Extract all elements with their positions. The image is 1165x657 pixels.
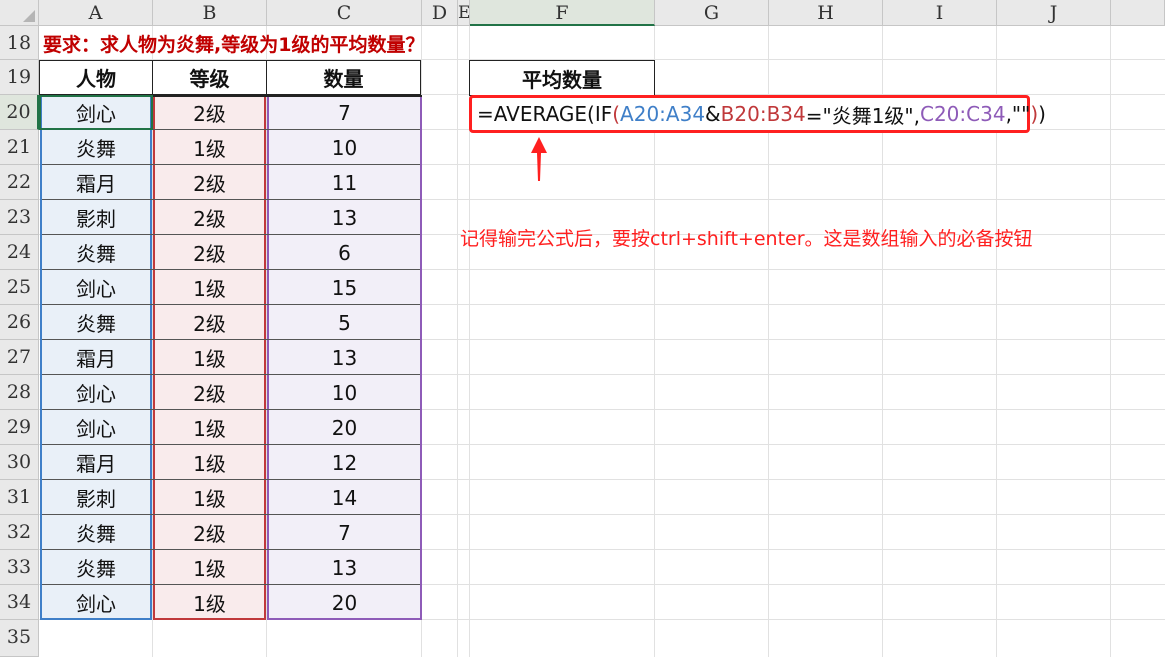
gridline xyxy=(1110,26,1111,657)
cell-a21[interactable]: 炎舞 xyxy=(39,130,153,165)
cell-b23[interactable]: 2级 xyxy=(153,200,266,235)
cell-a30[interactable]: 霜月 xyxy=(39,445,153,480)
row-header-30[interactable]: 30 xyxy=(0,445,39,480)
formula-concat: & xyxy=(705,102,721,126)
cell-b28[interactable]: 2级 xyxy=(153,375,266,410)
row-header-22[interactable]: 22 xyxy=(0,165,39,200)
formula-range-a: A20:A34 xyxy=(620,102,706,126)
formula-paren-close-average: ) xyxy=(1038,102,1046,126)
arrow-up-icon xyxy=(531,137,547,181)
page-title: 要求：求人物为炎舞,等级为1级的平均数量？ xyxy=(43,34,425,56)
cell-a20[interactable]: 剑心 xyxy=(39,95,153,130)
cell-b25[interactable]: 1级 xyxy=(153,270,266,305)
column-header-f[interactable]: F xyxy=(470,0,655,26)
cell-a29[interactable]: 剑心 xyxy=(39,410,153,445)
row-header-29[interactable]: 29 xyxy=(0,410,39,445)
formula-function-part: =AVERAGE(IF xyxy=(477,102,613,126)
cell-b20[interactable]: 2级 xyxy=(153,95,266,130)
column-header-a[interactable]: A xyxy=(39,0,153,26)
row-header-32[interactable]: 32 xyxy=(0,515,39,550)
cell-a26[interactable]: 炎舞 xyxy=(39,305,153,340)
cell-c23[interactable]: 13 xyxy=(267,200,422,235)
cell-c20[interactable]: 7 xyxy=(267,95,422,130)
table-header-quantity[interactable]: 数量 xyxy=(266,60,421,95)
cell-a24[interactable]: 炎舞 xyxy=(39,235,153,270)
row-header-34[interactable]: 34 xyxy=(0,585,39,620)
cell-b30[interactable]: 1级 xyxy=(153,445,266,480)
table-header-level[interactable]: 等级 xyxy=(152,60,267,95)
gridline xyxy=(457,26,458,657)
cell-a28[interactable]: 剑心 xyxy=(39,375,153,410)
cell-c28[interactable]: 10 xyxy=(267,375,422,410)
cell-a27[interactable]: 霜月 xyxy=(39,340,153,375)
cell-c29[interactable]: 20 xyxy=(267,410,422,445)
row-header-25[interactable]: 25 xyxy=(0,270,39,305)
cell-a32[interactable]: 炎舞 xyxy=(39,515,153,550)
column-header-d[interactable]: D xyxy=(422,0,458,26)
row-header-19[interactable]: 19 xyxy=(0,60,39,95)
cell-a31[interactable]: 影刺 xyxy=(39,480,153,515)
instruction-note: 记得输完公式后，要按ctrl+shift+enter。这是数组输入的必备按钮 xyxy=(460,228,1033,250)
column-header-b[interactable]: B xyxy=(153,0,267,26)
cell-c26[interactable]: 5 xyxy=(267,305,422,340)
column-header-j[interactable]: J xyxy=(997,0,1111,26)
cell-b26[interactable]: 2级 xyxy=(153,305,266,340)
cell-c21[interactable]: 10 xyxy=(267,130,422,165)
row-header-23[interactable]: 23 xyxy=(0,200,39,235)
formula-range-b: B20:B34 xyxy=(720,102,806,126)
column-header-h[interactable]: H xyxy=(769,0,883,26)
formula-empty-string: ,"" xyxy=(1005,102,1031,126)
row-header-20[interactable]: 20 xyxy=(0,95,39,130)
cell-a25[interactable]: 剑心 xyxy=(39,270,153,305)
formula-paren-open: ( xyxy=(612,102,621,126)
cell-c30[interactable]: 12 xyxy=(267,445,422,480)
average-header[interactable]: 平均数量 xyxy=(469,60,655,96)
formula-range-c: C20:C34 xyxy=(919,102,1006,126)
row-header-33[interactable]: 33 xyxy=(0,550,39,585)
formula-paren-close-if: ) xyxy=(1030,102,1039,126)
cell-b34[interactable]: 1级 xyxy=(153,585,266,620)
cell-a34[interactable]: 剑心 xyxy=(39,585,153,620)
select-all-corner[interactable] xyxy=(0,0,39,26)
cell-c22[interactable]: 11 xyxy=(267,165,422,200)
cell-b33[interactable]: 1级 xyxy=(153,550,266,585)
cell-c25[interactable]: 15 xyxy=(267,270,422,305)
cell-b32[interactable]: 2级 xyxy=(153,515,266,550)
table-header-person[interactable]: 人物 xyxy=(39,60,153,95)
formula-editor[interactable]: =AVERAGE(IF(A20:A34 & B20:B34 ="炎舞1级", C20:C… xyxy=(469,95,1046,133)
row-header-28[interactable]: 28 xyxy=(0,375,39,410)
cell-c24[interactable]: 6 xyxy=(267,235,422,270)
cell-c34[interactable]: 20 xyxy=(267,585,422,620)
row-header-24[interactable]: 24 xyxy=(0,235,39,270)
cell-b27[interactable]: 1级 xyxy=(153,340,266,375)
formula-criteria: ="炎舞1级", xyxy=(805,103,920,128)
row-header-27[interactable]: 27 xyxy=(0,340,39,375)
column-header-g[interactable]: G xyxy=(655,0,769,26)
cell-b31[interactable]: 1级 xyxy=(153,480,266,515)
cell-c33[interactable]: 13 xyxy=(267,550,422,585)
cell-b21[interactable]: 1级 xyxy=(153,130,266,165)
cell-c32[interactable]: 7 xyxy=(267,515,422,550)
column-header-c[interactable]: C xyxy=(267,0,422,26)
cell-b22[interactable]: 2级 xyxy=(153,165,266,200)
row-header-31[interactable]: 31 xyxy=(0,480,39,515)
cell-c27[interactable]: 13 xyxy=(267,340,422,375)
column-header-e[interactable]: E xyxy=(458,0,470,26)
row-header-18[interactable]: 18 xyxy=(0,26,39,60)
cell-c31[interactable]: 14 xyxy=(267,480,422,515)
cell-b29[interactable]: 1级 xyxy=(153,410,266,445)
column-header-i[interactable]: I xyxy=(883,0,997,26)
row-header-35[interactable]: 35 xyxy=(0,620,39,657)
cell-a23[interactable]: 影刺 xyxy=(39,200,153,235)
row-header-26[interactable]: 26 xyxy=(0,305,39,340)
column-header-k[interactable] xyxy=(1111,0,1165,26)
cell-a33[interactable]: 炎舞 xyxy=(39,550,153,585)
row-header-21[interactable]: 21 xyxy=(0,130,39,165)
cell-b24[interactable]: 2级 xyxy=(153,235,266,270)
cell-a22[interactable]: 霜月 xyxy=(39,165,153,200)
